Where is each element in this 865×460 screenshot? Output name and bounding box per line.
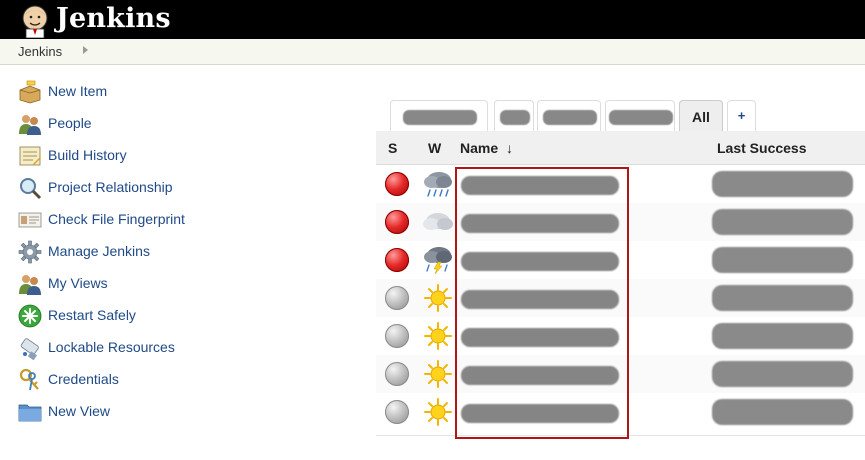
sidebar-item-build-history[interactable]: Build History bbox=[18, 144, 318, 168]
weather-sunny-icon bbox=[424, 360, 452, 388]
column-last-success[interactable]: Last Success bbox=[717, 140, 807, 156]
status-failed-icon bbox=[385, 210, 409, 234]
tab-label-redacted bbox=[500, 110, 530, 125]
column-weather[interactable]: W bbox=[428, 140, 441, 156]
sidebar-item-label: People bbox=[48, 115, 92, 131]
tab-all-label: All bbox=[692, 109, 710, 125]
restart-icon bbox=[18, 304, 42, 328]
people-icon bbox=[19, 115, 41, 135]
sidebar-item-new-view[interactable]: New View bbox=[18, 400, 318, 424]
sidebar-item-lockable-resources[interactable]: Lockable Resources bbox=[18, 336, 318, 360]
jenkins-logo-icon[interactable] bbox=[18, 2, 52, 38]
add-view-tab[interactable]: + bbox=[727, 100, 756, 132]
column-status[interactable]: S bbox=[388, 140, 397, 156]
new-item-icon bbox=[19, 80, 41, 104]
table-header: S W Name ↓ Last Success bbox=[376, 131, 865, 165]
sidebar-item-credentials[interactable]: Credentials bbox=[18, 368, 318, 392]
fingerprint-icon bbox=[18, 212, 42, 228]
status-not-built-icon bbox=[385, 400, 409, 424]
last-success-redacted bbox=[712, 209, 853, 235]
breadcrumb-item-jenkins[interactable]: Jenkins bbox=[18, 44, 62, 59]
last-success-redacted bbox=[712, 171, 853, 197]
sidebar-item-label: Credentials bbox=[48, 371, 119, 387]
last-success-redacted bbox=[712, 285, 853, 311]
sidebar-item-label: Restart Safely bbox=[48, 307, 136, 323]
my-views-icon bbox=[19, 275, 41, 295]
folder-icon bbox=[18, 404, 42, 422]
app-title[interactable]: Jenkins bbox=[56, 2, 171, 36]
sidebar-item-label: New View bbox=[48, 403, 110, 419]
usb-icon bbox=[20, 338, 39, 360]
annotation-highlight-box bbox=[455, 167, 629, 439]
header-bar: Jenkins bbox=[0, 0, 865, 39]
weather-sunny-icon bbox=[424, 322, 452, 350]
last-success-redacted bbox=[712, 247, 853, 273]
column-name[interactable]: Name ↓ bbox=[460, 140, 513, 156]
weather-cloudy-icon bbox=[423, 213, 453, 230]
build-history-icon bbox=[19, 146, 41, 166]
sidebar-item-label: Lockable Resources bbox=[48, 339, 175, 355]
sidebar-item-my-views[interactable]: My Views bbox=[18, 272, 318, 296]
column-name-label: Name bbox=[460, 140, 499, 156]
sidebar-item-label: New Item bbox=[48, 83, 108, 99]
status-not-built-icon bbox=[385, 362, 409, 386]
tab-all[interactable]: All bbox=[679, 100, 723, 132]
magnifier-icon bbox=[20, 178, 42, 200]
status-not-built-icon bbox=[385, 324, 409, 348]
add-view-label: + bbox=[737, 108, 746, 123]
last-success-redacted bbox=[712, 361, 853, 387]
gear-icon bbox=[18, 240, 42, 264]
sidebar-item-manage-jenkins[interactable]: Manage Jenkins bbox=[18, 240, 318, 264]
sidebar-item-project-relationship[interactable]: Project Relationship bbox=[18, 176, 318, 200]
sidebar-item-label: Manage Jenkins bbox=[48, 243, 150, 259]
weather-sunny-icon bbox=[424, 284, 452, 312]
keys-icon bbox=[19, 368, 39, 391]
sidebar-item-people[interactable]: People bbox=[18, 112, 318, 136]
last-success-redacted bbox=[712, 323, 853, 349]
weather-thunderstorm-icon bbox=[424, 247, 452, 275]
breadcrumb-arrow-icon[interactable] bbox=[83, 46, 88, 54]
weather-storm-rain-icon bbox=[424, 172, 452, 197]
tab-label-redacted bbox=[403, 110, 477, 125]
sidebar-item-check-file-fingerprint[interactable]: Check File Fingerprint bbox=[18, 208, 318, 232]
tab-view-3[interactable] bbox=[537, 100, 601, 132]
sidebar-item-restart-safely[interactable]: Restart Safely bbox=[18, 304, 318, 328]
sidebar-item-label: Project Relationship bbox=[48, 179, 173, 195]
sort-down-icon: ↓ bbox=[506, 140, 514, 156]
sidebar-item-label: My Views bbox=[48, 275, 108, 291]
tab-label-redacted bbox=[543, 110, 597, 125]
breadcrumb: Jenkins bbox=[0, 39, 865, 65]
status-failed-icon bbox=[385, 248, 409, 272]
status-failed-icon bbox=[385, 172, 409, 196]
last-success-redacted bbox=[712, 399, 853, 425]
weather-sunny-icon bbox=[424, 398, 452, 426]
tab-label-redacted bbox=[609, 110, 673, 125]
tab-view-2[interactable] bbox=[494, 100, 534, 132]
sidebar-item-label: Check File Fingerprint bbox=[48, 211, 185, 227]
sidebar-item-new-item[interactable]: New Item bbox=[18, 80, 318, 104]
status-not-built-icon bbox=[385, 286, 409, 310]
tab-view-1[interactable] bbox=[390, 100, 488, 132]
tab-view-4[interactable] bbox=[605, 100, 675, 132]
sidebar-item-label: Build History bbox=[48, 147, 127, 163]
